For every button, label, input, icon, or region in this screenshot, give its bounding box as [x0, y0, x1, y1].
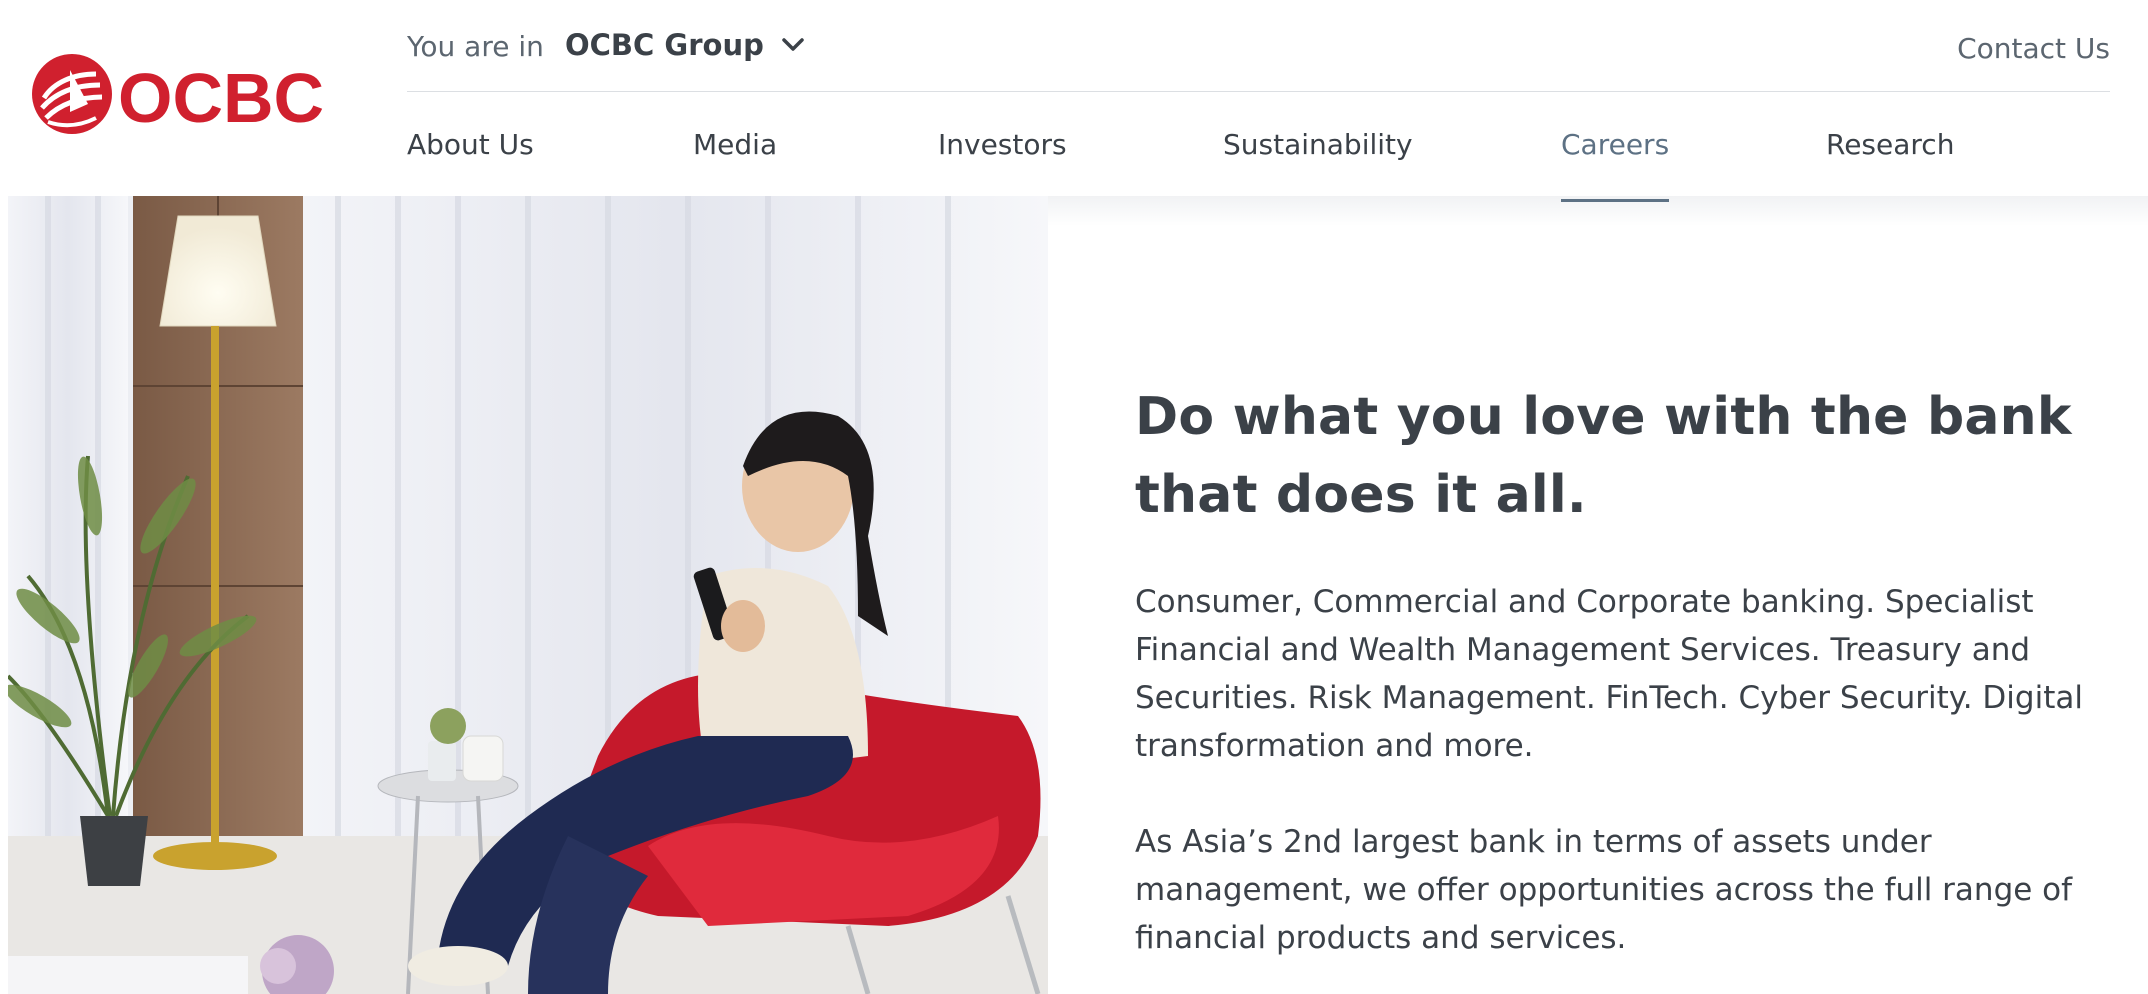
nav-item-careers-label: Careers: [1561, 128, 1670, 161]
hero-headline: Do what you love with the bank that does…: [1135, 387, 2072, 525]
nav-item-investors[interactable]: Investors: [938, 128, 1067, 161]
main-navigation: About Us Media Investors Sustainability …: [407, 92, 2107, 202]
ocbc-logo[interactable]: OCBC: [30, 52, 330, 136]
site-header: OCBC You are in OCBC Group Contact Us Ab…: [0, 0, 2148, 202]
group-selector-value: OCBC Group: [565, 28, 764, 62]
top-utility-bar: You are in OCBC Group Contact Us: [407, 0, 2110, 92]
group-selector-dropdown[interactable]: OCBC Group: [565, 28, 804, 62]
nav-item-media[interactable]: Media: [693, 128, 777, 161]
nav-item-sustainability[interactable]: Sustainability: [1223, 128, 1413, 161]
nav-item-about-us[interactable]: About Us: [407, 128, 534, 161]
hero-paragraph-services: Consumer, Commercial and Corporate banki…: [1135, 584, 2083, 764]
nav-item-careers[interactable]: Careers: [1561, 128, 1670, 202]
svg-text:OCBC: OCBC: [118, 59, 324, 136]
nav-item-research[interactable]: Research: [1826, 128, 1954, 161]
hero-image: [8, 196, 1048, 994]
active-tab-indicator: [1561, 199, 1670, 202]
hero-photo-illustration: [8, 196, 1048, 994]
you-are-in-label: You are in: [407, 30, 544, 63]
hero-paragraph-about: As Asia’s 2nd largest bank in terms of a…: [1135, 824, 2073, 956]
hero-content: Do what you love with the bank that does…: [1135, 378, 2095, 962]
ocbc-logo-icon: OCBC: [32, 54, 324, 136]
chevron-down-icon: [782, 38, 804, 51]
contact-us-link[interactable]: Contact Us: [1957, 32, 2110, 65]
